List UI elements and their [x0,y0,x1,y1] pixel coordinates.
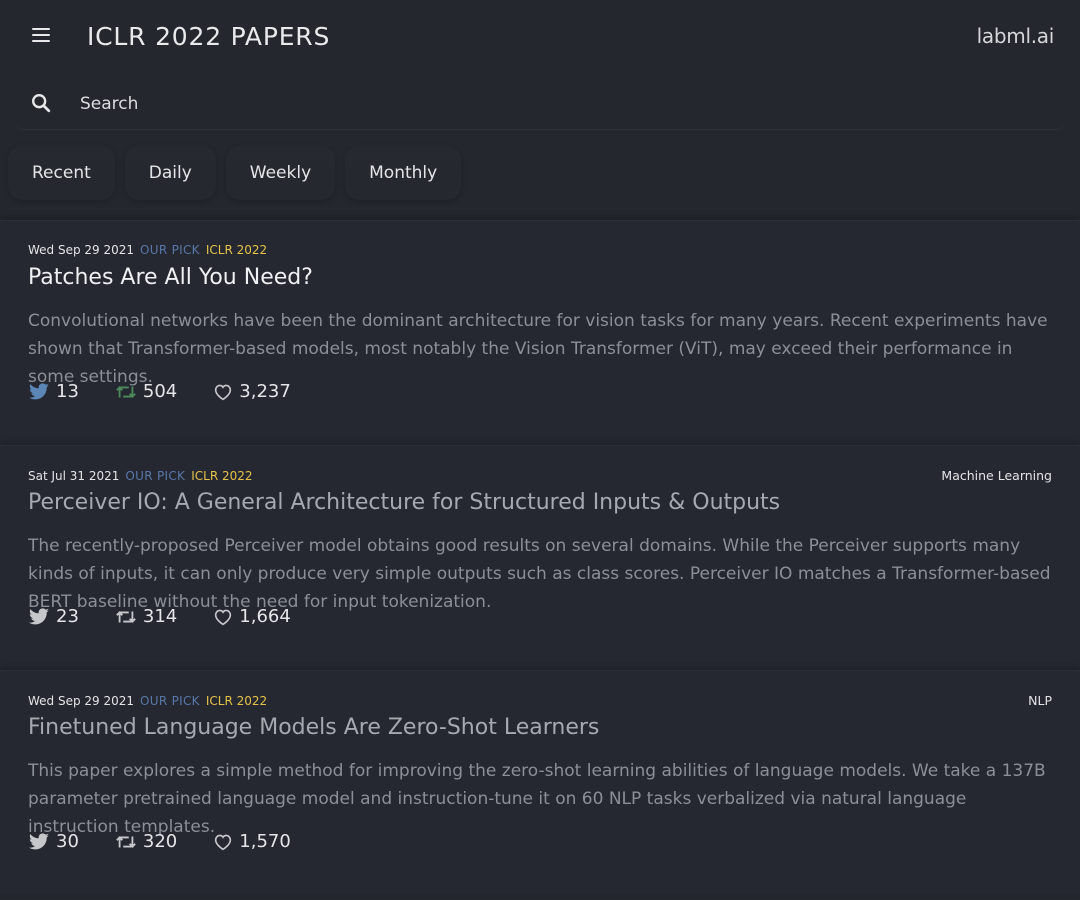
twitter-icon [29,607,49,624]
paper-title[interactable]: Perceiver IO: A General Architecture for… [28,490,780,515]
paper-card: Wed Sep 29 2021 OUR PICK ICLR 2022 NLP F… [0,670,1080,895]
search-input[interactable] [78,88,1038,120]
like-count[interactable]: 1,664 [213,606,291,627]
retweet-icon [116,835,136,848]
paper-card: Sat Jul 31 2021 OUR PICK ICLR 2022 Machi… [0,445,1080,670]
tweet-count-value: 13 [56,381,79,402]
our-pick-badge: OUR PICK [125,468,186,483]
app-header: ICLR 2022 PAPERS labml.ai [0,0,1080,78]
app-title: ICLR 2022 PAPERS [87,22,331,51]
heart-icon [215,834,232,850]
search-bar [14,78,1066,130]
tweet-count[interactable]: 23 [28,606,79,627]
retweet-count-value: 314 [142,606,178,627]
like-count[interactable]: 1,570 [213,831,291,852]
topic-tag[interactable]: NLP [1028,693,1052,708]
like-count-value: 1,664 [239,606,291,627]
topic-tag[interactable]: Machine Learning [941,468,1052,483]
retweet-count[interactable]: 314 [115,606,177,627]
tab-weekly[interactable]: Weekly [225,146,336,200]
paper-title[interactable]: Patches Are All You Need? [28,265,313,290]
paper-meta: Wed Sep 29 2021 OUR PICK ICLR 2022 NLP [28,693,1052,708]
retweet-icon [116,610,136,623]
conference-badge: ICLR 2022 [205,693,268,708]
paper-feed: Wed Sep 29 2021 OUR PICK ICLR 2022 Patch… [0,220,1080,895]
like-count-value: 3,237 [239,381,291,402]
conference-badge: ICLR 2022 [191,468,253,483]
heart-icon [215,609,232,625]
paper-stats: 23 314 1,664 [28,606,327,627]
retweet-icon [116,385,136,398]
like-count[interactable]: 3,237 [213,381,291,402]
heart-icon [215,384,232,400]
paper-card: Wed Sep 29 2021 OUR PICK ICLR 2022 Patch… [0,220,1080,445]
retweet-count[interactable]: 320 [115,831,177,852]
tab-recent[interactable]: Recent [8,146,115,200]
paper-abstract: This paper explores a simple method for … [28,761,1046,837]
search-icon [32,94,51,113]
paper-date: Wed Sep 29 2021 [28,693,135,708]
tweet-count[interactable]: 13 [28,381,79,402]
paper-date: Wed Sep 29 2021 [28,243,135,257]
paper-date: Sat Jul 31 2021 [28,468,120,483]
our-pick-badge: OUR PICK [140,693,200,708]
paper-meta: Wed Sep 29 2021 OUR PICK ICLR 2022 [28,243,1052,257]
tweet-count[interactable]: 30 [28,831,79,852]
paper-meta: Sat Jul 31 2021 OUR PICK ICLR 2022 Machi… [28,468,1052,483]
paper-title[interactable]: Finetuned Language Models Are Zero-Shot … [28,715,599,740]
like-count-value: 1,570 [239,831,291,852]
brand-logo[interactable]: labml.ai [977,24,1055,48]
paper-stats: 30 320 1,570 [28,831,327,852]
retweet-count[interactable]: 504 [115,381,177,402]
tweet-count-value: 30 [56,831,79,852]
tab-daily[interactable]: Daily [124,146,216,200]
menu-icon[interactable] [32,28,50,46]
twitter-icon [29,832,49,849]
retweet-count-value: 320 [142,831,178,852]
paper-stats: 13 504 3,237 [28,381,327,402]
time-filter-tabs: Recent Daily Weekly Monthly [0,146,1080,208]
tweet-count-value: 23 [56,606,79,627]
paper-abstract: Convolutional networks have been the dom… [28,311,1048,387]
our-pick-badge: OUR PICK [140,243,200,257]
paper-abstract: The recently-proposed Perceiver model ob… [28,536,1051,612]
twitter-icon [29,382,49,399]
conference-badge: ICLR 2022 [205,243,268,257]
tab-monthly[interactable]: Monthly [345,146,462,200]
retweet-count-value: 504 [142,381,178,402]
